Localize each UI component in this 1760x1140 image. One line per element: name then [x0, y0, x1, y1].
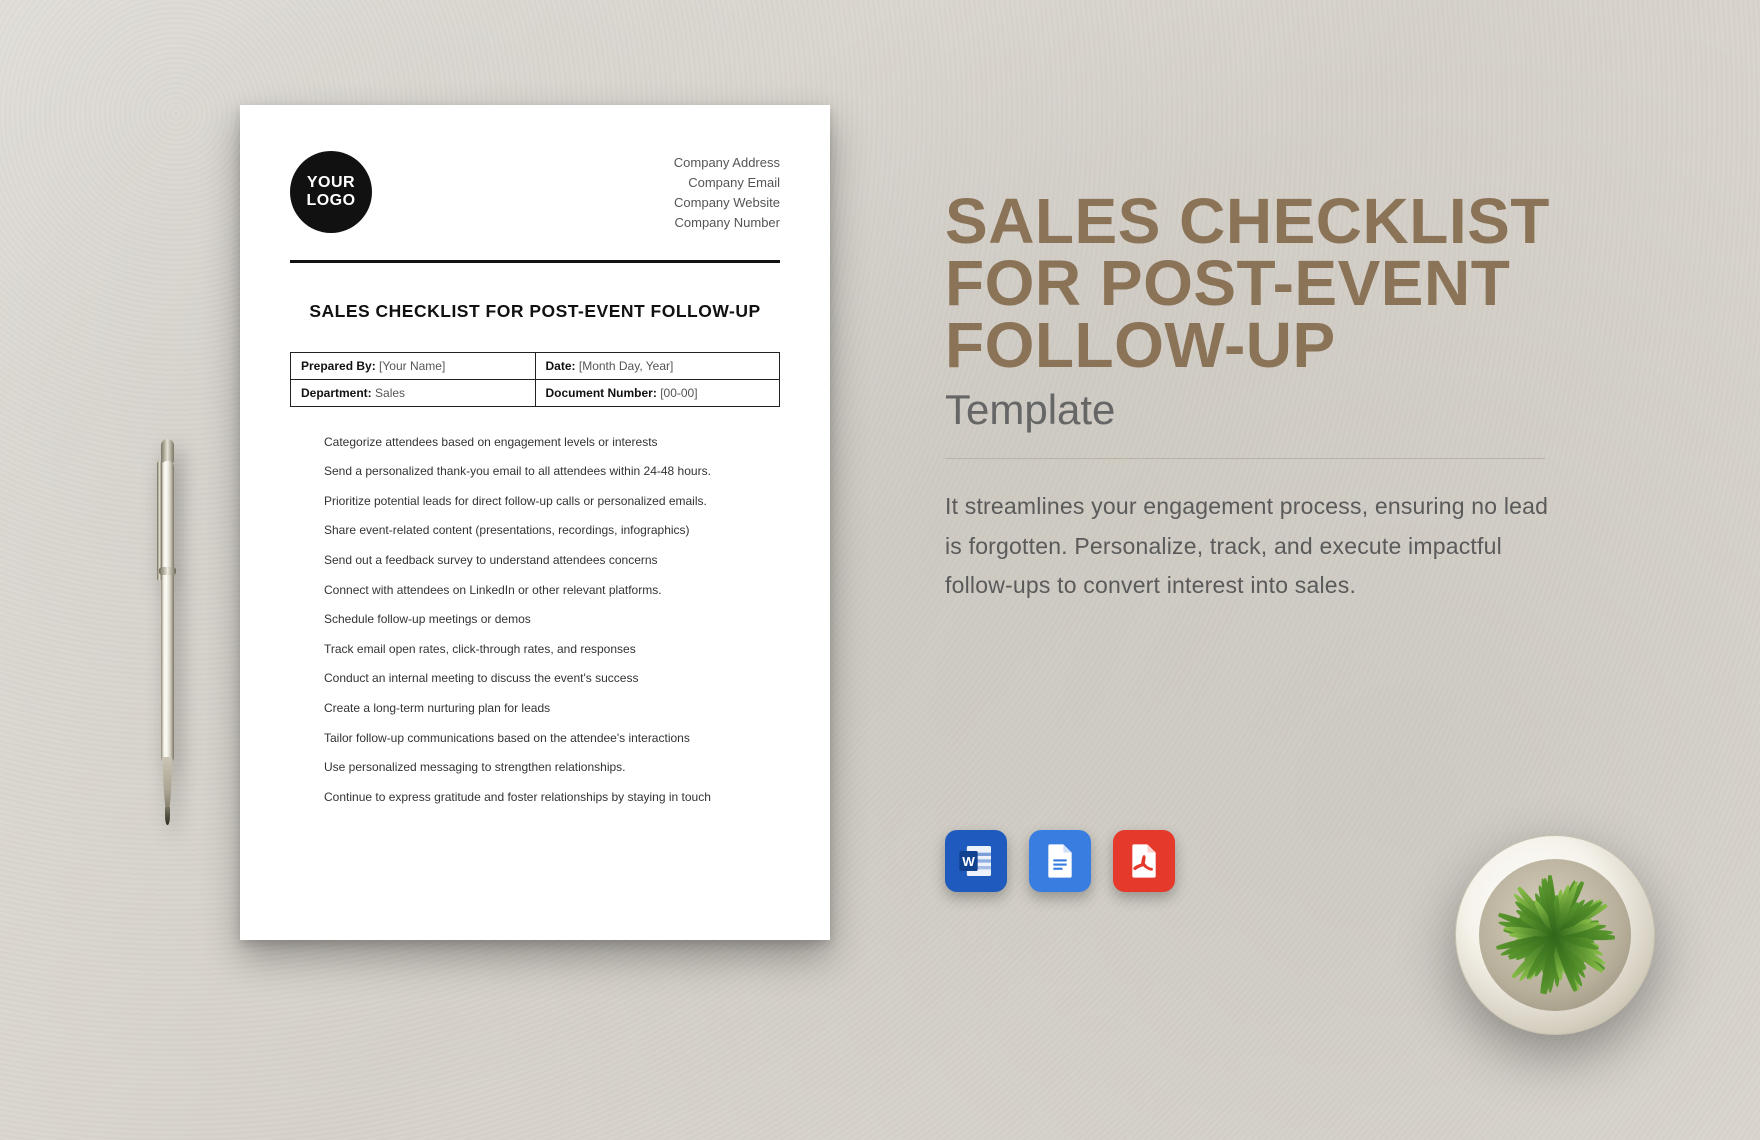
format-badges: W	[945, 830, 1175, 892]
department-label: Department:	[301, 386, 372, 400]
list-item: Use personalized messaging to strengthen…	[324, 758, 776, 777]
word-icon[interactable]: W	[945, 830, 1007, 892]
list-item: Schedule follow-up meetings or demos	[324, 610, 776, 629]
template-preview-stage: YOUR LOGO Company Address Company Email …	[0, 0, 1760, 1140]
logo-placeholder: YOUR LOGO	[290, 151, 372, 233]
document-header: YOUR LOGO Company Address Company Email …	[290, 151, 780, 244]
list-item: Connect with attendees on LinkedIn or ot…	[324, 581, 776, 600]
list-item: Send out a feedback survey to understand…	[324, 551, 776, 570]
docnum-value: [00-00]	[660, 386, 697, 400]
word-glyph: W	[956, 841, 996, 881]
google-docs-icon[interactable]	[1029, 830, 1091, 892]
promo-block: SALES CHECKLIST FOR POST-EVENT FOLLOW-UP…	[945, 190, 1665, 606]
list-item: Create a long-term nurturing plan for le…	[324, 699, 776, 718]
list-item: Track email open rates, click-through ra…	[324, 640, 776, 659]
header-rule	[290, 260, 780, 263]
document-title: SALES CHECKLIST FOR POST-EVENT FOLLOW-UP	[290, 301, 780, 322]
company-meta: Company Address Company Email Company We…	[674, 151, 780, 234]
date-label: Date:	[546, 359, 576, 373]
list-item: Share event-related content (presentatio…	[324, 521, 776, 540]
list-item: Categorize attendees based on engagement…	[324, 433, 776, 452]
svg-text:W: W	[962, 854, 975, 869]
checklist: Categorize attendees based on engagement…	[290, 433, 780, 807]
pdf-glyph	[1124, 841, 1164, 881]
promo-divider	[945, 458, 1545, 459]
promo-headline: SALES CHECKLIST FOR POST-EVENT FOLLOW-UP	[945, 190, 1665, 376]
gdoc-glyph	[1040, 841, 1080, 881]
list-item: Prioritize potential leads for direct fo…	[324, 492, 776, 511]
list-item: Tailor follow-up communications based on…	[324, 729, 776, 748]
list-item: Continue to express gratitude and foster…	[324, 788, 776, 807]
promo-description: It streamlines your engagement process, …	[945, 487, 1565, 606]
list-item: Send a personalized thank-you email to a…	[324, 462, 776, 481]
company-email: Company Email	[674, 173, 780, 193]
department-value: Sales	[375, 386, 405, 400]
document-meta-table: Prepared By: [Your Name] Date: [Month Da…	[290, 352, 780, 407]
date-value: [Month Day, Year]	[579, 359, 674, 373]
logo-text-1: YOUR	[307, 174, 355, 191]
document-preview: YOUR LOGO Company Address Company Email …	[240, 105, 830, 940]
list-item: Conduct an internal meeting to discuss t…	[324, 669, 776, 688]
logo-text-2: LOGO	[306, 192, 355, 209]
company-number: Company Number	[674, 213, 780, 233]
pen-prop	[155, 395, 180, 835]
promo-subhead: Template	[945, 386, 1665, 434]
prepared-by-value: [Your Name]	[379, 359, 445, 373]
docnum-label: Document Number:	[546, 386, 657, 400]
company-address: Company Address	[674, 153, 780, 173]
company-website: Company Website	[674, 193, 780, 213]
plant-prop	[1455, 835, 1655, 1035]
pdf-icon[interactable]	[1113, 830, 1175, 892]
prepared-by-label: Prepared By:	[301, 359, 376, 373]
